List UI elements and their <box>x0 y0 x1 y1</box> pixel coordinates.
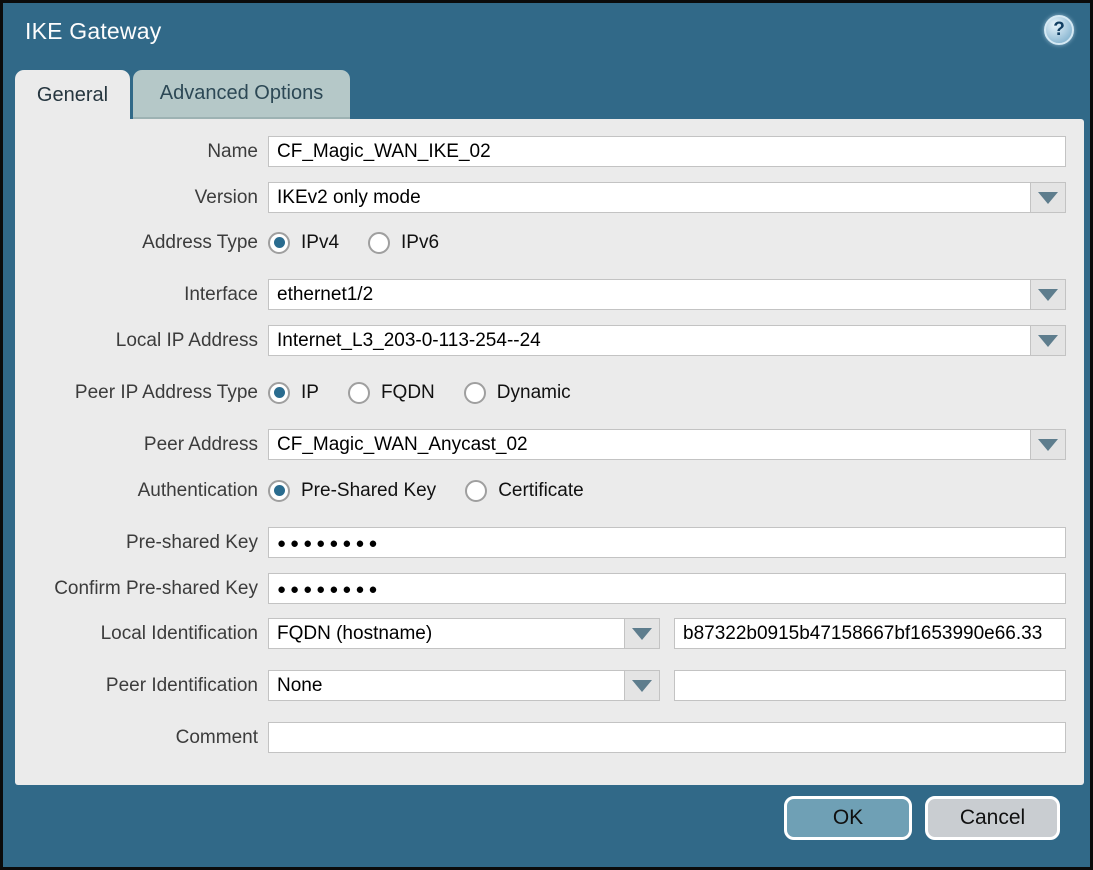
pre-shared-key-row: Pre-shared Key <box>15 527 1084 558</box>
version-label: Version <box>28 187 258 209</box>
comment-label: Comment <box>28 727 258 749</box>
radio-certificate-circle[interactable] <box>465 480 487 502</box>
interface-value[interactable]: ethernet1/2 <box>268 279 1030 310</box>
radio-ipv6-circle[interactable] <box>368 232 390 254</box>
peer-identification-type-value[interactable]: None <box>268 670 624 701</box>
pre-shared-key-input[interactable] <box>268 527 1066 558</box>
address-type-label: Address Type <box>28 232 258 254</box>
radio-ipv4[interactable]: IPv4 <box>268 232 339 254</box>
dialog-title: IKE Gateway <box>25 18 161 45</box>
radio-fqdn-circle[interactable] <box>348 382 370 404</box>
peer-ip-address-type-row: Peer IP Address Type IP FQDN Dynamic <box>15 377 1084 408</box>
name-row: Name <box>15 136 1084 167</box>
peer-identification-row: Peer Identification None <box>15 670 1084 701</box>
local-identification-input[interactable] <box>674 618 1066 649</box>
local-identification-type-value[interactable]: FQDN (hostname) <box>268 618 624 649</box>
chevron-down-icon <box>632 680 652 692</box>
radio-ipv6[interactable]: IPv6 <box>368 232 439 254</box>
version-dropdown[interactable]: IKEv2 only mode <box>268 182 1066 213</box>
chevron-down-icon <box>1038 439 1058 451</box>
peer-address-dropdown-button[interactable] <box>1030 429 1066 460</box>
version-value[interactable]: IKEv2 only mode <box>268 182 1030 213</box>
interface-dropdown-button[interactable] <box>1030 279 1066 310</box>
radio-ipv6-label: IPv6 <box>401 232 439 254</box>
chevron-down-icon <box>632 628 652 640</box>
local-ip-address-label: Local IP Address <box>28 330 258 352</box>
name-input[interactable] <box>268 136 1066 167</box>
chevron-down-icon <box>1038 192 1058 204</box>
radio-ipv4-label: IPv4 <box>301 232 339 254</box>
authentication-row: Authentication Pre-Shared Key Certificat… <box>15 475 1084 506</box>
comment-input[interactable] <box>268 722 1066 753</box>
radio-ip-circle[interactable] <box>268 382 290 404</box>
radio-ip[interactable]: IP <box>268 382 319 404</box>
peer-ip-address-type-label: Peer IP Address Type <box>28 382 258 404</box>
ike-gateway-dialog: IKE Gateway ? General Advanced Options N… <box>0 0 1093 870</box>
local-identification-label: Local Identification <box>28 623 258 645</box>
local-ip-address-dropdown-button[interactable] <box>1030 325 1066 356</box>
address-type-row: Address Type IPv4 IPv6 <box>15 227 1084 258</box>
interface-label: Interface <box>28 284 258 306</box>
dialog-footer: OK Cancel <box>784 796 1060 840</box>
confirm-pre-shared-key-input[interactable] <box>268 573 1066 604</box>
version-row: Version IKEv2 only mode <box>15 182 1084 213</box>
radio-pre-shared-key-circle[interactable] <box>268 480 290 502</box>
interface-row: Interface ethernet1/2 <box>15 279 1084 310</box>
radio-ip-label: IP <box>301 382 319 404</box>
cancel-button[interactable]: Cancel <box>925 796 1060 840</box>
comment-row: Comment <box>15 722 1084 753</box>
radio-dynamic-circle[interactable] <box>464 382 486 404</box>
peer-address-label: Peer Address <box>28 434 258 456</box>
radio-ipv4-circle[interactable] <box>268 232 290 254</box>
radio-dynamic[interactable]: Dynamic <box>464 382 571 404</box>
local-identification-row: Local Identification FQDN (hostname) <box>15 618 1084 649</box>
chevron-down-icon <box>1038 335 1058 347</box>
radio-fqdn[interactable]: FQDN <box>348 382 435 404</box>
tab-general[interactable]: General <box>15 70 130 120</box>
local-ip-address-value[interactable]: Internet_L3_203-0-113-254--24 <box>268 325 1030 356</box>
peer-address-row: Peer Address CF_Magic_WAN_Anycast_02 <box>15 429 1084 460</box>
confirm-pre-shared-key-row: Confirm Pre-shared Key <box>15 573 1084 604</box>
tab-advanced-options[interactable]: Advanced Options <box>133 70 350 119</box>
chevron-down-icon <box>1038 289 1058 301</box>
peer-identification-type-dropdown[interactable]: None <box>268 670 660 701</box>
local-ip-address-dropdown[interactable]: Internet_L3_203-0-113-254--24 <box>268 325 1066 356</box>
interface-dropdown[interactable]: ethernet1/2 <box>268 279 1066 310</box>
radio-pre-shared-key-label: Pre-Shared Key <box>301 480 436 502</box>
peer-identification-dropdown-button[interactable] <box>624 670 660 701</box>
tab-bar: General Advanced Options <box>15 70 350 120</box>
peer-address-dropdown[interactable]: CF_Magic_WAN_Anycast_02 <box>268 429 1066 460</box>
ok-button[interactable]: OK <box>784 796 912 840</box>
peer-identification-label: Peer Identification <box>28 675 258 697</box>
local-identification-type-dropdown[interactable]: FQDN (hostname) <box>268 618 660 649</box>
general-tab-panel: Name Version IKEv2 only mode Address Typ… <box>15 119 1084 785</box>
authentication-label: Authentication <box>28 480 258 502</box>
radio-certificate-label: Certificate <box>498 480 584 502</box>
radio-pre-shared-key[interactable]: Pre-Shared Key <box>268 480 436 502</box>
version-dropdown-button[interactable] <box>1030 182 1066 213</box>
peer-address-value[interactable]: CF_Magic_WAN_Anycast_02 <box>268 429 1030 460</box>
pre-shared-key-label: Pre-shared Key <box>28 532 258 554</box>
help-icon[interactable]: ? <box>1044 15 1074 45</box>
name-label: Name <box>28 141 258 163</box>
radio-fqdn-label: FQDN <box>381 382 435 404</box>
local-identification-dropdown-button[interactable] <box>624 618 660 649</box>
radio-certificate[interactable]: Certificate <box>465 480 584 502</box>
local-ip-address-row: Local IP Address Internet_L3_203-0-113-2… <box>15 325 1084 356</box>
radio-dynamic-label: Dynamic <box>497 382 571 404</box>
confirm-pre-shared-key-label: Confirm Pre-shared Key <box>28 578 258 600</box>
peer-identification-input[interactable] <box>674 670 1066 701</box>
